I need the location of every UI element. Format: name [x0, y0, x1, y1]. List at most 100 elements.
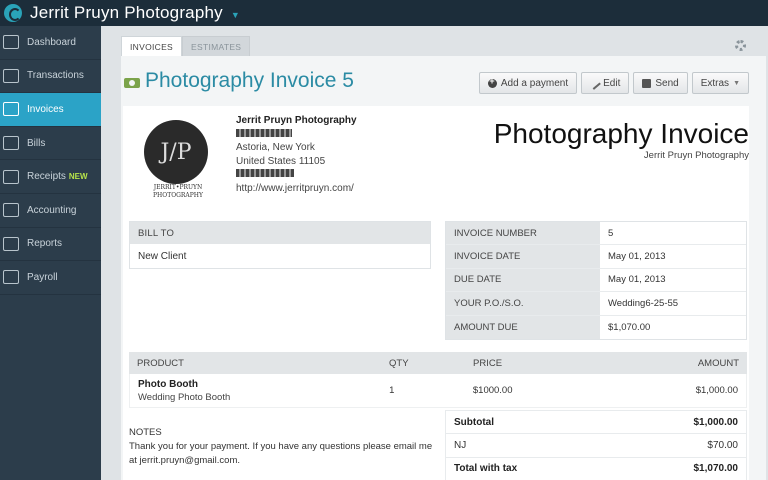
product-name: Photo Booth: [138, 378, 198, 390]
total-label: NJ: [454, 439, 467, 451]
business-address: Jerrit Pruyn Photography Astoria, New Yo…: [236, 114, 357, 195]
table-row: Photo Booth Wedding Photo Booth 1 $1000.…: [129, 374, 747, 408]
envelope-icon: [642, 78, 652, 88]
logo-caption-line-2: PHOTOGRAPHY: [153, 192, 203, 199]
line-items-header: PRODUCT QTY PRICE AMOUNT: [129, 352, 747, 374]
sidebar-item-label: Transactions: [27, 70, 84, 82]
edit-label: Edit: [603, 77, 621, 89]
address-country: United States 11105: [236, 155, 326, 167]
sidebar-item-dashboard[interactable]: Dashboard: [0, 26, 101, 60]
camera-icon: [124, 74, 140, 88]
total-label: Total with tax: [454, 463, 518, 475]
extras-button[interactable]: Extras ▼: [691, 72, 749, 94]
totals-table: Subtotal $1,000.00 NJ $70.00 Total with …: [445, 410, 747, 480]
meta-row-invoice-number: INVOICE NUMBER 5: [446, 222, 746, 246]
tab-estimates[interactable]: ESTIMATES: [182, 36, 251, 56]
business-logo: J/P: [144, 120, 208, 184]
notes-text: Thank you for your payment. If you have …: [129, 441, 433, 466]
sidebar-item-label: Invoices: [27, 103, 64, 115]
sidebar-item-label: Dashboard: [27, 36, 76, 48]
sidebar-item-label: Bills: [27, 137, 46, 149]
meta-value: 5: [608, 227, 614, 239]
col-price: PRICE: [473, 357, 503, 369]
product-cell: Photo Booth Wedding Photo Booth: [130, 379, 389, 403]
sidebar-item-invoices[interactable]: Invoices: [0, 93, 101, 127]
sidebar-item-label: Payroll: [27, 271, 58, 283]
meta-value: Wedding6-25-55: [608, 297, 679, 309]
total-with-tax-row: Total with tax $1,070.00: [446, 458, 746, 480]
company-dropdown-icon[interactable]: ▼: [231, 10, 240, 20]
subtotal-row: Subtotal $1,000.00: [446, 411, 746, 435]
meta-value: May 01, 2013: [608, 274, 666, 286]
sidebar-item-label: Accounting: [27, 204, 77, 216]
redacted-phone: [236, 169, 294, 177]
invoice-icon: [3, 102, 19, 117]
notes-section: NOTES Thank you for your payment. If you…: [129, 426, 439, 468]
total-value: $1,000.00: [693, 416, 739, 428]
sidebar-item-reports[interactable]: Reports: [0, 228, 101, 262]
price-cell: $1000.00: [472, 385, 513, 396]
bar-chart-icon: [3, 236, 19, 251]
plus-icon: [487, 76, 497, 88]
meta-row-amount-due: AMOUNT DUE $1,070.00: [446, 315, 746, 339]
add-payment-button[interactable]: Add a payment: [478, 72, 578, 94]
meta-value: May 01, 2013: [608, 251, 666, 263]
logo-caption-line-1: JERRIT•PRUYN: [153, 184, 203, 191]
address-city: Astoria, New York: [236, 142, 315, 153]
chart-icon: [3, 203, 19, 218]
receipt-icon: [3, 169, 19, 184]
meta-key: INVOICE DATE: [446, 245, 600, 268]
new-badge: NEW: [68, 172, 88, 182]
app-logo-icon[interactable]: [4, 4, 22, 22]
main-panel: INVOICES ESTIMATES Photography Invoice 5…: [101, 26, 768, 480]
list-icon: [3, 68, 19, 83]
page-title: Photography Invoice 5: [145, 69, 354, 92]
meta-key: INVOICE NUMBER: [446, 222, 600, 245]
gear-icon[interactable]: [735, 40, 746, 51]
business-logo-caption: JERRIT•PRUYN PHOTOGRAPHY: [137, 184, 219, 200]
meta-value: $1,070.00: [608, 321, 651, 333]
company-name[interactable]: Jerrit Pruyn Photography: [30, 3, 223, 23]
bill-to-box: BILL TO New Client: [129, 221, 431, 269]
sidebar-item-transactions[interactable]: Transactions: [0, 60, 101, 94]
document-subtitle: Jerrit Pruyn Photography: [643, 150, 749, 161]
tab-bar: INVOICES ESTIMATES: [121, 36, 251, 56]
sidebar-item-payroll[interactable]: Payroll: [0, 261, 101, 295]
total-value: $70.00: [707, 439, 738, 451]
send-label: Send: [655, 77, 679, 89]
product-description: Wedding Photo Booth: [138, 391, 231, 403]
bill-icon: [3, 136, 19, 151]
business-website[interactable]: http://www.jerritpruyn.com/: [236, 182, 357, 196]
invoice-meta-table: INVOICE NUMBER 5 INVOICE DATE May 01, 20…: [445, 221, 747, 340]
title-row: Photography Invoice 5 Add a payment Edit…: [121, 56, 766, 106]
meta-key: AMOUNT DUE: [446, 315, 600, 339]
add-payment-label: Add a payment: [500, 77, 569, 89]
bill-to-client: New Client: [138, 250, 187, 262]
dashboard-icon: [3, 35, 19, 50]
sidebar-item-bills[interactable]: Bills: [0, 127, 101, 161]
col-qty: QTY: [389, 357, 409, 369]
payroll-icon: [3, 270, 19, 285]
meta-key: DUE DATE: [446, 268, 600, 292]
sidebar-item-receipts[interactable]: Receipts NEW: [0, 160, 101, 194]
sidebar: Dashboard Transactions Invoices Bills Re…: [0, 26, 101, 480]
tab-invoices[interactable]: INVOICES: [121, 36, 183, 56]
top-bar: Jerrit Pruyn Photography ▼: [0, 0, 768, 26]
redacted-street: [236, 128, 292, 137]
sidebar-item-label: Reports: [27, 238, 63, 250]
sidebar-item-accounting[interactable]: Accounting: [0, 194, 101, 228]
action-buttons: Add a payment Edit Send Extras ▼: [478, 72, 749, 94]
line-items-table: PRODUCT QTY PRICE AMOUNT Photo Booth Wed…: [129, 352, 747, 408]
total-value: $1,070.00: [693, 463, 739, 475]
invoice-content: Photography Invoice 5 Add a payment Edit…: [121, 56, 766, 480]
edit-button[interactable]: Edit: [581, 72, 630, 94]
meta-row-invoice-date: INVOICE DATE May 01, 2013: [446, 245, 746, 269]
notes-label: NOTES: [129, 427, 162, 438]
tax-row: NJ $70.00: [446, 434, 746, 458]
invoice-document: J/P JERRIT•PRUYN PHOTOGRAPHY Jerrit Pruy…: [123, 106, 749, 480]
chevron-down-icon: ▼: [733, 79, 740, 87]
col-amount: AMOUNT: [697, 357, 739, 369]
document-title: Photography Invoice: [493, 118, 749, 149]
total-label: Subtotal: [454, 416, 494, 428]
send-button[interactable]: Send: [633, 72, 688, 94]
